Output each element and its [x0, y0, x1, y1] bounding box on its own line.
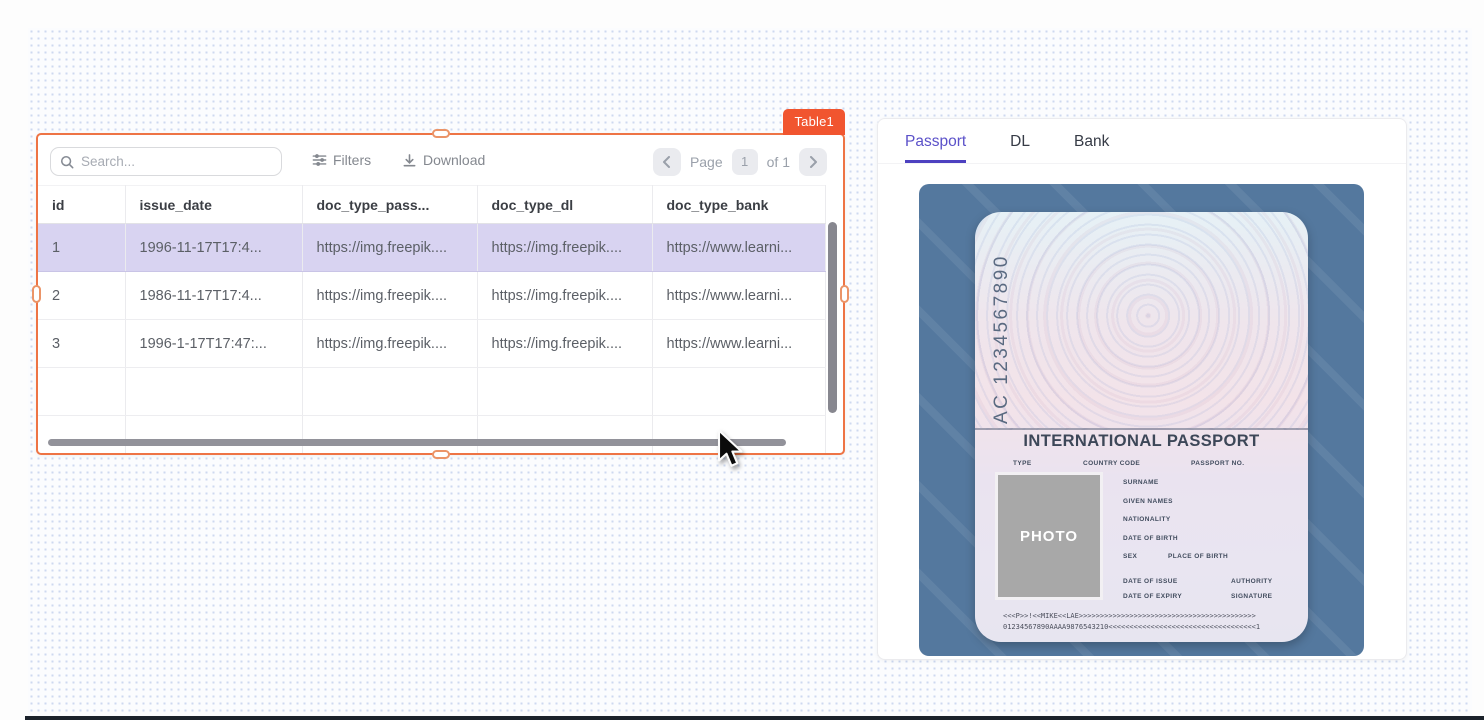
filters-button[interactable]: Filters	[312, 135, 371, 185]
cell-doc-type-pass[interactable]: https://img.freepik....	[302, 320, 477, 368]
search-input-wrap[interactable]	[50, 147, 282, 176]
document-preview-panel: Passport DL Bank AC 1234567890 INTERNATI…	[877, 118, 1407, 660]
pagination: Page 1 of 1	[653, 147, 827, 176]
mouse-cursor-icon	[716, 429, 746, 476]
date-of-birth-label: DATE OF BIRTH	[1123, 535, 1178, 542]
mrz-line-2: 01234567890AAAA9876543210<<<<<<<<<<<<<<<…	[1003, 623, 1293, 631]
photo-label: PHOTO	[1020, 528, 1078, 545]
cell-doc-type-dl[interactable]: https://img.freepik....	[477, 224, 652, 272]
table-row-selected[interactable]: 1 1996-11-17T17:4... https://img.freepik…	[38, 224, 825, 272]
download-icon	[402, 153, 417, 168]
column-header-doc-type-pass[interactable]: doc_type_pass...	[302, 186, 477, 224]
filters-label: Filters	[333, 152, 371, 168]
resize-handle-right[interactable]	[840, 285, 849, 303]
surname-label: SURNAME	[1123, 479, 1159, 486]
table-toolbar: Filters Download Page 1 of 1	[38, 135, 843, 185]
passport-no-label: PASSPORT NO.	[1191, 460, 1244, 467]
search-input[interactable]	[81, 154, 272, 169]
cell-doc-type-bank[interactable]: https://www.learni...	[652, 320, 825, 368]
given-names-label: GIVEN NAMES	[1123, 498, 1173, 505]
tab-dl[interactable]: DL	[1010, 133, 1030, 163]
cell-id[interactable]: 3	[38, 320, 125, 368]
cell-doc-type-pass[interactable]: https://img.freepik....	[302, 224, 477, 272]
nationality-label: NATIONALITY	[1123, 516, 1171, 523]
country-code-label: COUNTRY CODE	[1083, 460, 1140, 467]
filter-lines-icon	[312, 153, 327, 167]
column-header-doc-type-bank[interactable]: doc_type_bank	[652, 186, 825, 224]
passport-serial-vertical: AC 1234567890	[991, 224, 1017, 424]
search-icon	[60, 155, 74, 169]
cell-id[interactable]: 1	[38, 224, 125, 272]
current-page-box[interactable]: 1	[732, 149, 758, 175]
column-header-issue-date[interactable]: issue_date	[125, 186, 302, 224]
download-button[interactable]: Download	[402, 135, 485, 185]
cell-doc-type-pass[interactable]: https://img.freepik....	[302, 272, 477, 320]
empty-row	[38, 416, 825, 454]
guilloche-pattern	[975, 212, 1308, 430]
table-row[interactable]: 2 1986-11-17T17:4... https://img.freepik…	[38, 272, 825, 320]
date-of-issue-label: DATE OF ISSUE	[1123, 578, 1178, 585]
bottom-edge-bar	[25, 716, 1484, 720]
resize-handle-left[interactable]	[32, 285, 41, 303]
next-page-button[interactable]	[799, 148, 827, 176]
sex-label: SEX	[1123, 553, 1137, 560]
table-widget[interactable]: Table1 Filters	[36, 133, 845, 455]
column-header-id[interactable]: id	[38, 186, 125, 224]
resize-handle-top[interactable]	[432, 129, 450, 138]
table-grid: id issue_date doc_type_pass... doc_type_…	[38, 185, 843, 453]
app-canvas: Table1 Filters	[0, 0, 1484, 720]
vertical-scrollbar-thumb[interactable]	[828, 222, 837, 413]
date-of-expiry-label: DATE OF EXPIRY	[1123, 593, 1182, 600]
place-of-birth-label: PLACE OF BIRTH	[1168, 553, 1228, 560]
type-label: TYPE	[1013, 460, 1032, 467]
cell-issue-date[interactable]: 1986-11-17T17:4...	[125, 272, 302, 320]
cell-doc-type-bank[interactable]: https://www.learni...	[652, 272, 825, 320]
cell-doc-type-dl[interactable]: https://img.freepik....	[477, 320, 652, 368]
download-label: Download	[423, 152, 485, 168]
cell-issue-date[interactable]: 1996-1-17T17:47:...	[125, 320, 302, 368]
signature-label: SIGNATURE	[1231, 593, 1272, 600]
authority-label: AUTHORITY	[1231, 578, 1273, 585]
prev-page-button[interactable]	[653, 148, 681, 176]
cell-doc-type-bank[interactable]: https://www.learni...	[652, 224, 825, 272]
cell-doc-type-dl[interactable]: https://img.freepik....	[477, 272, 652, 320]
photo-placeholder: PHOTO	[995, 472, 1103, 600]
resize-handle-bottom[interactable]	[432, 450, 450, 459]
tab-passport[interactable]: Passport	[905, 133, 966, 163]
mrz-line-1: <<<P>>!<<MIKE<<LAE>>>>>>>>>>>>>>>>>>>>>>…	[1003, 612, 1293, 620]
widget-name-badge[interactable]: Table1	[783, 109, 845, 135]
cell-id[interactable]: 2	[38, 272, 125, 320]
column-header-doc-type-dl[interactable]: doc_type_dl	[477, 186, 652, 224]
cell-issue-date[interactable]: 1996-11-17T17:4...	[125, 224, 302, 272]
table-row[interactable]: 3 1996-1-17T17:47:... https://img.freepi…	[38, 320, 825, 368]
tab-bank[interactable]: Bank	[1074, 133, 1109, 163]
passport-title: INTERNATIONAL PASSPORT	[975, 432, 1308, 451]
page-label: Page	[690, 154, 723, 170]
empty-row	[38, 368, 825, 416]
header-row: id issue_date doc_type_pass... doc_type_…	[38, 186, 825, 224]
passport-image: AC 1234567890 INTERNATIONAL PASSPORT TYP…	[919, 184, 1364, 656]
page-of-label: of 1	[767, 154, 790, 170]
horizontal-scrollbar-thumb[interactable]	[48, 439, 786, 446]
preview-tabs: Passport DL Bank	[878, 119, 1406, 164]
passport-page: AC 1234567890 INTERNATIONAL PASSPORT TYP…	[975, 212, 1308, 642]
